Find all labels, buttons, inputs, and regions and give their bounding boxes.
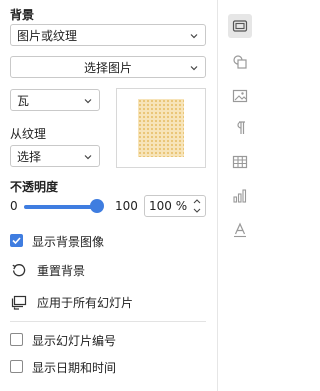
text-art-settings-tab[interactable] xyxy=(228,218,252,242)
chart-settings-tab[interactable] xyxy=(228,184,252,208)
opacity-value: 100 % xyxy=(149,199,188,213)
slide-settings-tab[interactable] xyxy=(228,14,252,38)
slide-settings-panel: 背景 图片或纹理 选择图片 瓦 从纹理 选择 不透明度 0 100 100 % … xyxy=(0,0,218,391)
opacity-spinner[interactable]: 100 % xyxy=(144,195,206,217)
opacity-min-label: 0 xyxy=(10,199,18,213)
checkmark-icon xyxy=(12,237,21,245)
show-date-time-checkbox[interactable] xyxy=(10,360,23,373)
reset-background-button[interactable]: 重置背景 xyxy=(37,262,85,279)
shape-settings-tab[interactable] xyxy=(228,50,252,74)
show-background-graphics-checkbox[interactable] xyxy=(10,234,23,247)
apply-all-slides-icon[interactable] xyxy=(11,294,27,310)
choose-picture-button[interactable]: 选择图片 xyxy=(10,56,206,78)
chevron-down-icon xyxy=(190,66,198,71)
choose-picture-label: 选择图片 xyxy=(83,60,132,75)
reset-icon[interactable] xyxy=(11,262,27,278)
texture-select[interactable]: 选择 xyxy=(10,145,100,167)
opacity-slider-track[interactable] xyxy=(24,205,98,209)
image-settings-icon xyxy=(232,89,248,103)
image-settings-tab[interactable] xyxy=(228,84,252,108)
show-date-time-label[interactable]: 显示日期和时间 xyxy=(32,359,116,376)
tile-mode-value: 瓦 xyxy=(17,93,30,108)
fill-type-value: 图片或纹理 xyxy=(17,28,78,43)
table-settings-tab[interactable] xyxy=(228,150,252,174)
table-settings-icon xyxy=(232,155,248,169)
from-texture-label: 从纹理 xyxy=(10,127,47,141)
opacity-heading: 不透明度 xyxy=(10,180,59,194)
shape-settings-icon xyxy=(233,55,247,69)
chevron-down-icon xyxy=(190,34,198,39)
chevron-down-icon xyxy=(84,155,92,160)
apply-to-all-slides-button[interactable]: 应用于所有幻灯片 xyxy=(37,294,133,311)
right-settings-rail xyxy=(219,0,260,391)
fill-type-select[interactable]: 图片或纹理 xyxy=(10,24,206,46)
show-background-graphics-label[interactable]: 显示背景图像 xyxy=(32,233,104,250)
text-art-settings-icon xyxy=(234,222,246,238)
show-slide-number-label[interactable]: 显示幻灯片编号 xyxy=(32,332,116,349)
tile-mode-select[interactable]: 瓦 xyxy=(10,89,100,111)
opacity-max-label: 100 xyxy=(115,199,138,213)
texture-select-value: 选择 xyxy=(17,149,42,164)
opacity-slider-thumb[interactable] xyxy=(90,199,104,213)
texture-swatch xyxy=(138,99,184,157)
paragraph-settings-tab[interactable] xyxy=(228,116,252,140)
background-heading: 背景 xyxy=(10,8,35,22)
slide-settings-icon xyxy=(232,20,248,32)
divider xyxy=(10,321,206,322)
texture-preview xyxy=(116,88,206,168)
show-slide-number-checkbox[interactable] xyxy=(10,333,23,346)
chevron-down-icon xyxy=(84,99,92,104)
paragraph-settings-icon xyxy=(237,121,245,134)
chart-settings-icon xyxy=(233,189,247,203)
spinner-arrows-icon[interactable] xyxy=(192,197,202,215)
